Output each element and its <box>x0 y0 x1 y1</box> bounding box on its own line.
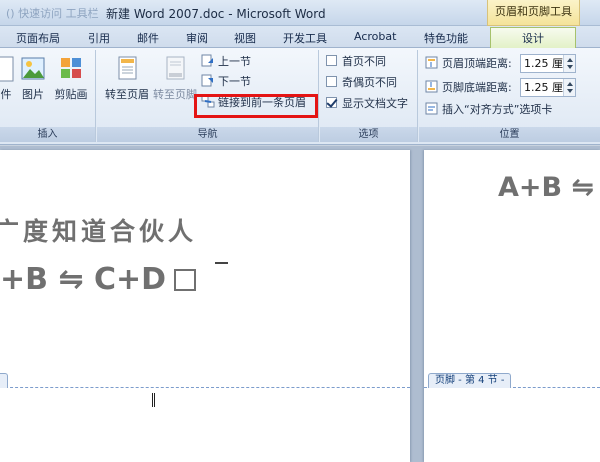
spinner-arrows-icon[interactable] <box>563 79 575 96</box>
window-title: 新建 Word 2007.doc - Microsoft Word <box>106 7 326 21</box>
group-options-label: 选项 <box>320 127 417 142</box>
footer-tag-partial <box>0 373 8 388</box>
goto-header-button[interactable]: 转至页眉 <box>103 54 151 102</box>
cursor-marker <box>215 262 228 264</box>
insert-alignment-tab-button[interactable]: 插入“对齐方式”选项卡 <box>425 102 552 118</box>
header-top-distance: 页眉顶端距离: <box>425 56 512 72</box>
group-insert: 件 图片 剪贴画 插入 <box>0 50 96 142</box>
next-section-button[interactable]: 下一节 <box>201 74 251 90</box>
spinner-arrows-icon[interactable] <box>563 55 575 72</box>
footer-bottom-distance: 页脚底端距离: <box>425 80 512 96</box>
ribbon-tabs: 页面布局 引用 邮件 审阅 视图 开发工具 Acrobat 特色功能 设计 <box>0 26 600 48</box>
title-bar: () 快速访问 工具栏 新建 Word 2007.doc - Microsoft… <box>0 0 600 26</box>
insert-picture-label: 图片 <box>22 88 44 101</box>
header-top-distance-spinner[interactable]: 1.25 厘米 <box>520 54 576 73</box>
page-text-line-2: +B ⇋ C+D <box>0 262 197 297</box>
page2-text-line-1: A+B ⇋ <box>498 172 595 203</box>
header-distance-icon <box>425 56 439 69</box>
odd-even-different-checkbox[interactable]: 奇偶页不同 <box>326 75 397 91</box>
header-top-distance-label: 页眉顶端距离: <box>442 57 512 70</box>
footer-distance-icon <box>425 80 439 93</box>
insert-clipart-label: 剪贴画 <box>54 88 88 101</box>
checkbox-box <box>326 76 337 87</box>
clipart-icon <box>58 54 84 82</box>
alignment-tab-icon <box>425 102 439 115</box>
prev-section-icon <box>201 54 215 67</box>
tab-design[interactable]: 设计 <box>490 27 576 48</box>
next-section-icon <box>201 74 215 87</box>
tab-page-layout[interactable]: 页面布局 <box>16 30 60 46</box>
group-options: 首页不同 奇偶页不同 显示文档文字 选项 <box>320 50 418 142</box>
goto-header-icon <box>114 54 140 82</box>
document-area: 广度知道合伙人 +B ⇋ C+D A+B ⇋ 页脚 - 第 4 节 - <box>0 146 600 462</box>
footer-section-tag: 页脚 - 第 4 节 - <box>428 373 512 388</box>
header-footer-tools-label: 页眉和页脚工具 <box>487 0 580 26</box>
page-left[interactable]: 广度知道合伙人 +B ⇋ C+D <box>0 150 410 462</box>
goto-footer-icon <box>162 54 188 82</box>
tab-special-features[interactable]: 特色功能 <box>424 30 468 46</box>
insert-partial-button[interactable]: 件 <box>0 54 16 102</box>
prev-section-button[interactable]: 上一节 <box>201 54 251 70</box>
equation-text: +B ⇋ C+D <box>0 262 167 297</box>
first-page-different-label: 首页不同 <box>342 55 386 68</box>
prev-section-label: 上一节 <box>218 55 251 68</box>
group-insert-label: 插入 <box>0 127 95 142</box>
page-right[interactable]: A+B ⇋ 页脚 - 第 4 节 - <box>424 150 600 462</box>
footer-bottom-distance-label: 页脚底端距离: <box>442 81 512 94</box>
tab-developer[interactable]: 开发工具 <box>283 30 327 46</box>
tab-references[interactable]: 引用 <box>88 30 110 46</box>
show-document-text-label: 显示文档文字 <box>342 97 408 110</box>
first-page-different-checkbox[interactable]: 首页不同 <box>326 54 386 70</box>
checkbox-checked <box>326 97 337 108</box>
next-section-label: 下一节 <box>218 75 251 88</box>
goto-footer-button[interactable]: 转至页脚 <box>153 54 197 102</box>
group-position: 页眉顶端距离: 1.25 厘米 页脚底端距离: 1.25 厘米 插入“对齐方式”… <box>419 50 600 142</box>
insert-clipart-button[interactable]: 剪贴画 <box>52 54 90 102</box>
goto-header-label: 转至页眉 <box>105 88 149 101</box>
page-text-line-1: 广度知道合伙人 <box>0 217 198 246</box>
text-caret <box>152 393 155 407</box>
tab-review[interactable]: 审阅 <box>186 30 208 46</box>
tab-acrobat[interactable]: Acrobat <box>354 30 396 43</box>
tab-view[interactable]: 视图 <box>234 30 256 46</box>
odd-even-different-label: 奇偶页不同 <box>342 76 397 89</box>
picture-icon <box>20 54 46 82</box>
footer-boundary-line <box>0 387 410 388</box>
footer-bottom-distance-spinner[interactable]: 1.25 厘米 <box>520 78 576 97</box>
word-window: () 快速访问 工具栏 新建 Word 2007.doc - Microsoft… <box>0 0 600 462</box>
insert-alignment-tab-label: 插入“对齐方式”选项卡 <box>442 103 553 116</box>
insert-partial-label: 件 <box>0 88 12 101</box>
goto-footer-label: 转至页脚 <box>153 88 197 101</box>
checkbox-box <box>326 55 337 66</box>
highlight-box <box>194 94 318 118</box>
group-position-label: 位置 <box>419 127 600 142</box>
square-box-icon <box>174 269 197 291</box>
group-navigation-label: 导航 <box>97 127 318 142</box>
tab-mailings[interactable]: 邮件 <box>137 30 159 46</box>
show-document-text-checkbox[interactable]: 显示文档文字 <box>326 96 408 112</box>
insert-picture-button[interactable]: 图片 <box>18 54 48 102</box>
quick-access-ghost: () 快速访问 工具栏 <box>6 7 99 20</box>
